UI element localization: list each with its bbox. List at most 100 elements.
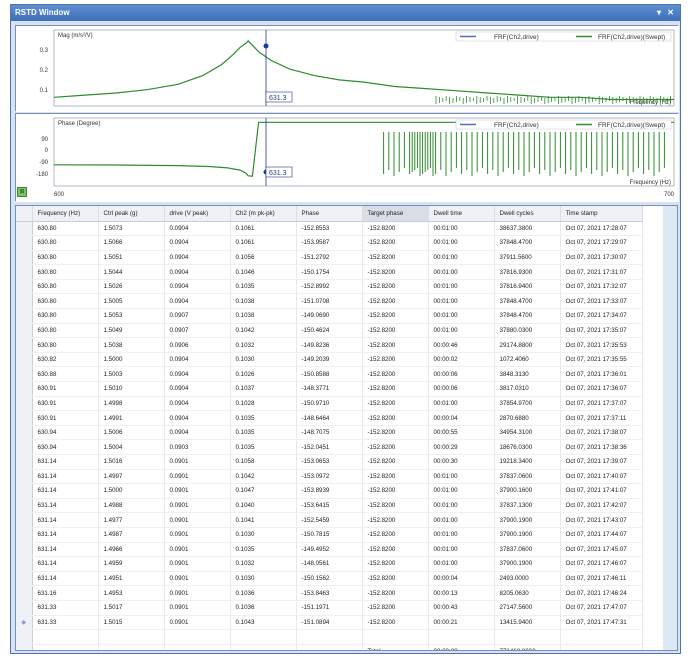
table-cell[interactable]: 00:00:06 <box>428 381 495 397</box>
table-cell[interactable]: -150.7815 <box>296 527 363 543</box>
table-cell[interactable]: 00:01:00 <box>428 483 495 499</box>
table-cell[interactable]: 1.5051 <box>98 250 165 266</box>
table-cell[interactable]: 37837.0600 <box>494 469 561 485</box>
table-cell[interactable]: 1.5044 <box>98 264 165 280</box>
table-cell[interactable]: 630.80 <box>32 221 99 237</box>
col-header-phase[interactable]: Phase <box>296 206 363 222</box>
row-header[interactable] <box>16 264 33 280</box>
table-cell[interactable]: 0.1030 <box>230 352 297 368</box>
minimize-button[interactable]: ▾ <box>657 8 661 17</box>
table-cell[interactable]: -152.8200 <box>362 527 429 543</box>
table-cell[interactable]: 37880.0300 <box>494 323 561 339</box>
table-cell[interactable]: 00:01:00 <box>428 264 495 280</box>
row-header[interactable] <box>16 410 33 426</box>
table-cell[interactable]: 631.14 <box>32 571 99 587</box>
row-header[interactable] <box>16 439 33 455</box>
table-cell[interactable]: 8205.0630 <box>494 585 561 601</box>
table-cell[interactable]: 00:01:00 <box>428 323 495 339</box>
table-row[interactable]: 630.94 1.5006 0.0904 0.1035 -148.7075 -152.82… <box>16 425 643 441</box>
table-cell[interactable]: -152.8200 <box>362 483 429 499</box>
table-cell[interactable]: 631.16 <box>32 585 99 601</box>
table-row[interactable]: 631.14 1.4959 0.0901 0.1032 -148.0561 -152.82… <box>16 556 643 572</box>
table-cell[interactable]: -149.4952 <box>296 542 363 558</box>
table-cell[interactable]: 631.14 <box>32 454 99 470</box>
table-cell[interactable]: 631.14 <box>32 556 99 572</box>
table-cell[interactable]: -152.8553 <box>296 221 363 237</box>
table-cell[interactable]: 37900.1900 <box>494 527 561 543</box>
table-cell[interactable]: -153.9587 <box>296 235 363 251</box>
table-cell[interactable]: Oct 07, 2021 17:44:07 <box>560 527 643 543</box>
table-cell[interactable]: 29174.8800 <box>494 337 561 353</box>
table-cell[interactable]: Oct 07, 2021 17:45:07 <box>560 542 643 558</box>
table-cell[interactable]: 0.1036 <box>230 585 297 601</box>
table-cell[interactable]: 630.94 <box>32 425 99 441</box>
table-cell[interactable]: 1.5000 <box>98 483 165 499</box>
table-row[interactable]: 630.80 1.5026 0.0904 0.1035 -152.8992 -152.82… <box>16 279 643 295</box>
row-header[interactable] <box>16 279 33 295</box>
row-header[interactable] <box>16 571 33 587</box>
table-row[interactable]: 630.91 1.4998 0.0904 0.1028 -150.9710 -152.82… <box>16 396 643 412</box>
mag-cursor-marker[interactable] <box>263 43 269 49</box>
table-cell[interactable]: 0.1035 <box>230 425 297 441</box>
table-cell[interactable]: -149.0690 <box>296 308 363 324</box>
row-header[interactable] <box>16 323 33 339</box>
table-cell[interactable]: 0.0904 <box>164 381 231 397</box>
table-cell[interactable]: 34954.3100 <box>494 425 561 441</box>
table-cell[interactable]: 00:01:00 <box>428 556 495 572</box>
table-cell[interactable]: 0.1040 <box>230 498 297 514</box>
table-cell[interactable]: -152.8200 <box>362 323 429 339</box>
table-cell[interactable]: 1.5053 <box>98 308 165 324</box>
table-cell[interactable]: 1.5026 <box>98 279 165 295</box>
table-cell[interactable]: Oct 07, 2021 17:36:07 <box>560 381 643 397</box>
table-cell[interactable]: 630.91 <box>32 396 99 412</box>
table-cell[interactable]: 630.91 <box>32 381 99 397</box>
table-cell[interactable]: Oct 07, 2021 17:36:01 <box>560 366 643 383</box>
col-header-ctrl-peak[interactable]: Ctrl peak (g) <box>98 206 165 222</box>
table-row[interactable]: 631.14 1.4966 0.0901 0.1035 -149.4952 -152.82… <box>16 542 643 558</box>
table-cell[interactable]: -151.2792 <box>296 250 363 266</box>
table-cell[interactable]: -152.8200 <box>362 454 429 470</box>
table-cell[interactable]: 3848.3130 <box>494 366 561 383</box>
table-cell[interactable]: Oct 07, 2021 17:38:36 <box>560 439 643 455</box>
table-cell[interactable]: 0.0904 <box>164 221 231 237</box>
table-cell[interactable]: -152.8200 <box>362 542 429 558</box>
table-cell[interactable]: 13415.9400 <box>494 615 561 631</box>
table-cell[interactable]: 00:00:29 <box>428 439 495 455</box>
table-row[interactable]: 630.80 1.5044 0.0904 0.1046 -150.1754 -152.82… <box>16 264 643 280</box>
table-cell[interactable]: 00:01:00 <box>428 308 495 324</box>
table-cell[interactable]: 00:01:00 <box>428 235 495 251</box>
table-cell[interactable]: 0.1035 <box>230 279 297 295</box>
table-cell[interactable]: 0.1043 <box>230 615 297 631</box>
table-cell[interactable]: 631.14 <box>32 527 99 543</box>
table-cell[interactable]: 37848.4700 <box>494 235 561 251</box>
table-cell[interactable]: -152.8200 <box>362 410 429 426</box>
table-cell[interactable]: 0.0901 <box>164 483 231 499</box>
row-header[interactable] <box>16 221 33 237</box>
table-row[interactable]: 630.80 1.5053 0.0907 0.1038 -149.0690 -152.82… <box>16 308 643 324</box>
table-cell[interactable]: 0.1058 <box>230 454 297 470</box>
table-cell[interactable]: -150.8588 <box>296 366 363 383</box>
table-cell[interactable]: Oct 07, 2021 17:35:55 <box>560 352 643 368</box>
row-header[interactable] <box>16 308 33 324</box>
table-cell[interactable]: 1.5017 <box>98 600 165 616</box>
table-cell[interactable]: -149.2039 <box>296 352 363 368</box>
table-cell[interactable]: 631.33 <box>32 600 99 616</box>
row-header[interactable] <box>16 396 33 412</box>
table-cell[interactable]: 37900.1900 <box>494 512 561 528</box>
table-cell[interactable]: 1.5006 <box>98 425 165 441</box>
table-cell[interactable]: 00:00:55 <box>428 425 495 441</box>
table-cell[interactable]: 0.0901 <box>164 556 231 572</box>
data-grid[interactable]: Frequency (Hz) Ctrl peak (g) drive (V pe… <box>15 205 678 651</box>
table-cell[interactable]: -153.6415 <box>296 498 363 514</box>
table-cell[interactable]: 00:01:00 <box>428 250 495 266</box>
row-header[interactable] <box>16 483 33 499</box>
table-cell[interactable]: 00:01:00 <box>428 293 495 310</box>
table-cell[interactable]: 0.1046 <box>230 264 297 280</box>
table-cell[interactable]: Oct 07, 2021 17:30:07 <box>560 250 643 266</box>
table-cell[interactable]: 0.1042 <box>230 323 297 339</box>
table-cell[interactable]: -148.3771 <box>296 381 363 397</box>
table-cell[interactable]: 0.1036 <box>230 600 297 616</box>
table-cell[interactable]: Oct 07, 2021 17:35:53 <box>560 337 643 353</box>
table-cell[interactable]: -152.8200 <box>362 615 429 631</box>
row-header[interactable] <box>16 235 33 251</box>
